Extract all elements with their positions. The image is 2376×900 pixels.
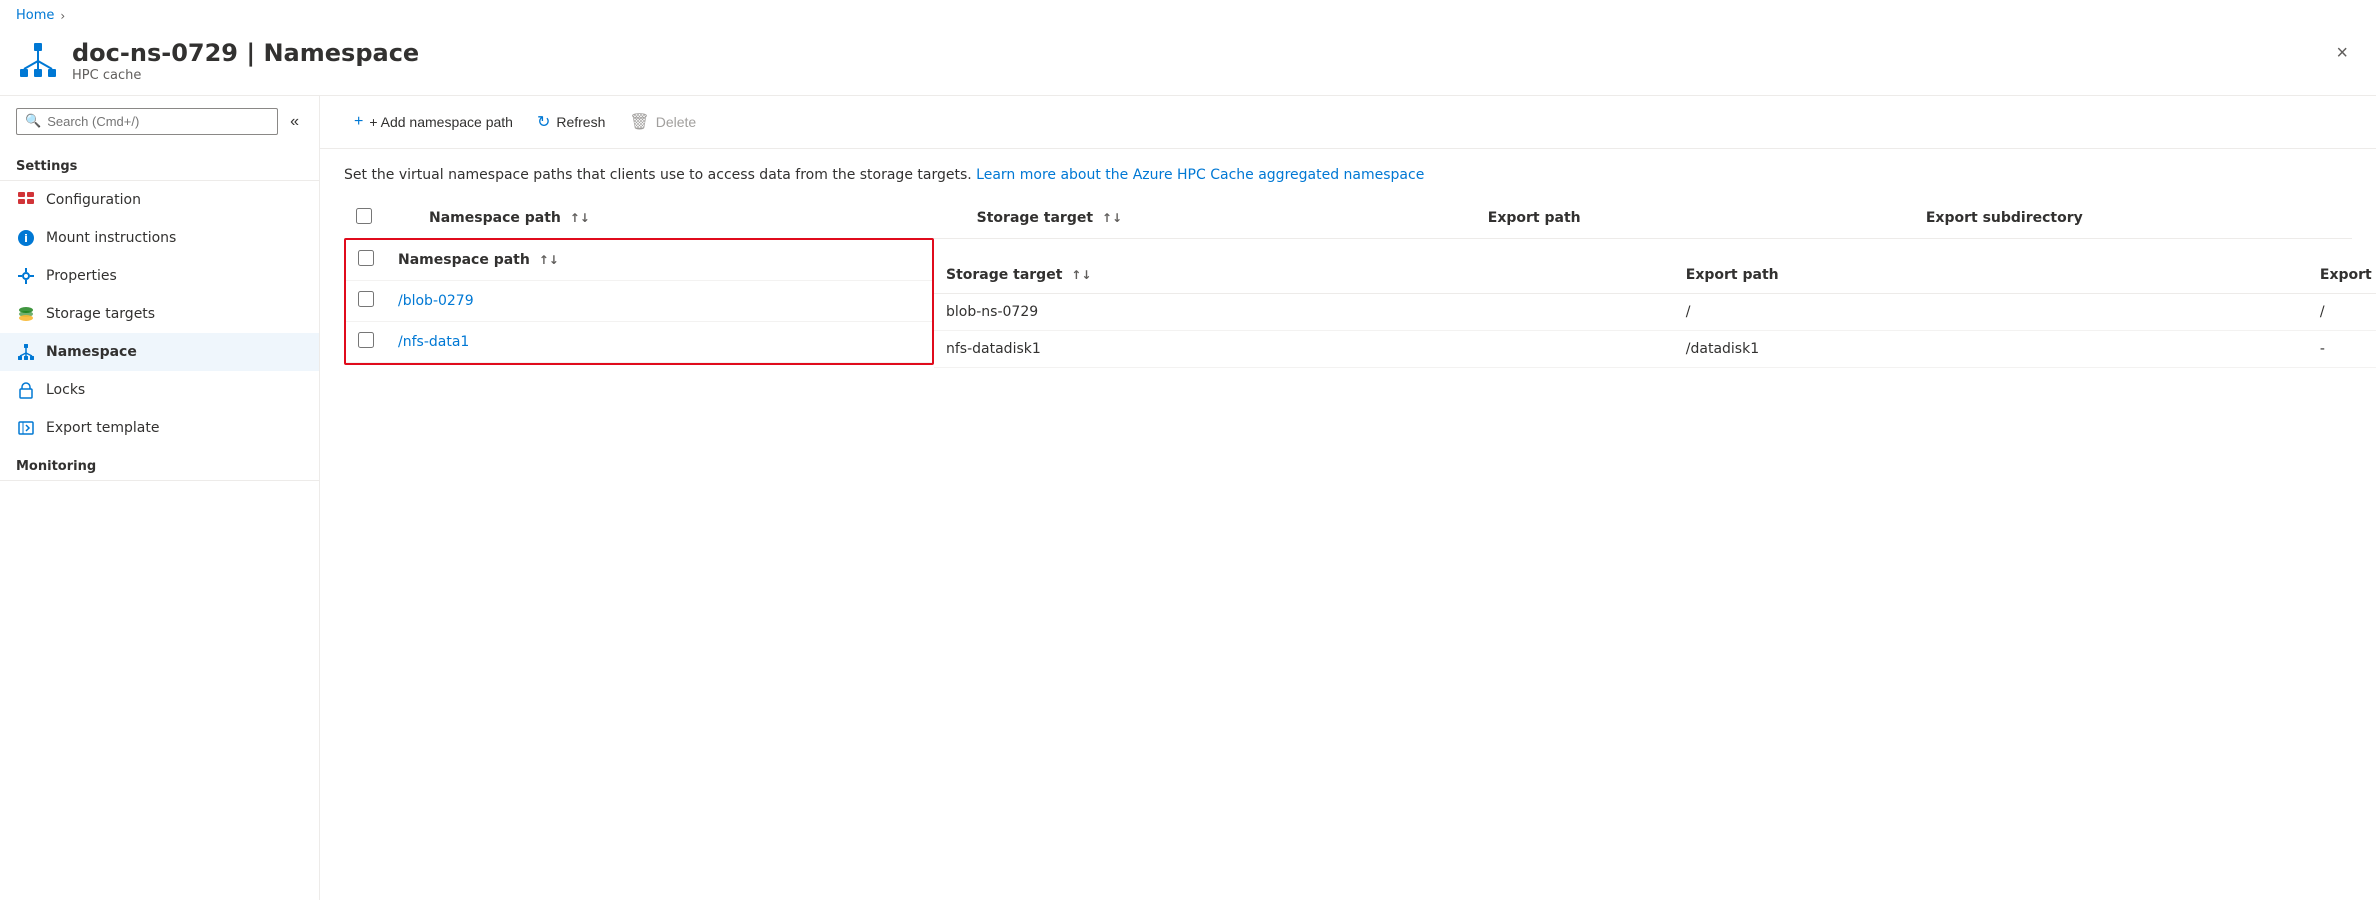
sort-icon-namespace: ↑↓: [570, 211, 590, 225]
configuration-icon: [16, 190, 36, 210]
col4-header: Export subdirectory: [2308, 257, 2376, 294]
highlighted-header-row: Namespace path ↑↓: [346, 240, 932, 281]
breadcrumb-home[interactable]: Home: [16, 8, 54, 23]
learn-more-link[interactable]: Learn more about the Azure HPC Cache agg…: [976, 167, 1424, 183]
collapse-sidebar-button[interactable]: «: [286, 109, 303, 135]
properties-icon: [16, 266, 36, 286]
toolbar: + + Add namespace path ↻ Refresh 🗑 Delet…: [320, 96, 2376, 149]
add-namespace-path-label: + Add namespace path: [369, 114, 513, 130]
content-area: + + Add namespace path ↻ Refresh 🗑 Delet…: [320, 96, 2376, 900]
col2-header[interactable]: Storage target ↑↓: [934, 257, 1674, 294]
delete-button[interactable]: 🗑 Delete: [619, 106, 706, 138]
search-icon: 🔍: [25, 114, 41, 129]
col-header-storage-target[interactable]: Storage target ↑↓: [965, 198, 1476, 239]
configuration-label: Configuration: [46, 192, 141, 208]
row-2-export-path: /datadisk1: [1674, 331, 2308, 368]
locks-label: Locks: [46, 382, 85, 398]
row-2-storage: nfs-datadisk1: [934, 331, 1674, 368]
settings-section-label: Settings: [0, 147, 319, 181]
sort-icon-storage: ↑↓: [1102, 211, 1122, 225]
description-bar: Set the virtual namespace paths that cli…: [320, 149, 2376, 198]
search-input[interactable]: [47, 114, 269, 129]
storage-targets-label: Storage targets: [46, 306, 155, 322]
table-row: /nfs-data1: [346, 322, 932, 363]
namespace-table: Namespace path ↑↓ Storage target ↑↓ Expo…: [344, 198, 2352, 239]
export-template-icon: [16, 418, 36, 438]
locks-icon: [16, 380, 36, 400]
row-1-checkbox[interactable]: [358, 291, 374, 307]
sidebar-item-mount-instructions[interactable]: i Mount instructions: [0, 219, 319, 257]
namespace-icon: [16, 39, 60, 83]
col-header-namespace-path[interactable]: Namespace path ↑↓: [417, 198, 965, 239]
refresh-icon: ↻: [537, 112, 550, 132]
row-1-export-path: /: [1674, 294, 2308, 331]
row-1-export-subdir: /: [2308, 294, 2376, 331]
breadcrumb: Home ›: [0, 0, 2376, 31]
row-1-storage: blob-ns-0729: [934, 294, 1674, 331]
row-2-export-subdir: -: [2308, 331, 2376, 368]
export-template-label: Export template: [46, 420, 159, 436]
refresh-label: Refresh: [556, 114, 605, 130]
page-header: doc-ns-0729 | Namespace HPC cache ×: [0, 31, 2376, 96]
sidebar: 🔍 « Settings Configuration: [0, 96, 320, 900]
sidebar-item-configuration[interactable]: Configuration: [0, 181, 319, 219]
sidebar-item-locks[interactable]: Locks: [0, 371, 319, 409]
mount-instructions-label: Mount instructions: [46, 230, 176, 246]
close-button[interactable]: ×: [2332, 39, 2352, 67]
namespace-sidebar-icon: [16, 342, 36, 362]
sidebar-item-properties[interactable]: Properties: [0, 257, 319, 295]
namespace-label: Namespace: [46, 344, 137, 360]
storage-targets-icon: [16, 304, 36, 324]
full-data-table: Storage target ↑↓ Export path Export sub…: [934, 257, 2376, 368]
table-wrap: Namespace path ↑↓ Storage target ↑↓ Expo…: [320, 198, 2376, 368]
sidebar-item-export-template[interactable]: Export template: [0, 409, 319, 447]
row-1-namespace-link[interactable]: /blob-0279: [398, 293, 474, 309]
svg-text:i: i: [24, 232, 28, 245]
search-input-wrap[interactable]: 🔍: [16, 108, 278, 135]
page-title: doc-ns-0729 | Namespace: [72, 39, 419, 68]
row-2-namespace-link[interactable]: /nfs-data1: [398, 334, 469, 350]
select-all-checkbox[interactable]: [356, 208, 372, 224]
page-subtitle: HPC cache: [72, 68, 419, 83]
col3-header: Export path: [1674, 257, 2308, 294]
table-row: /blob-0279: [346, 281, 932, 322]
add-icon: +: [354, 113, 363, 131]
row-2-checkbox[interactable]: [358, 332, 374, 348]
search-area: 🔍 «: [0, 96, 319, 147]
breadcrumb-separator: ›: [60, 9, 65, 23]
properties-label: Properties: [46, 268, 117, 284]
header-checkbox-cell: [344, 198, 417, 239]
delete-icon: 🗑: [629, 112, 649, 132]
header-checkbox-inside[interactable]: [358, 250, 374, 266]
delete-label: Delete: [656, 114, 696, 130]
highlighted-table: Namespace path ↑↓ /blob-0279: [346, 240, 932, 363]
col-header-export-path: Export path: [1476, 198, 1914, 239]
add-namespace-path-button[interactable]: + + Add namespace path: [344, 107, 523, 137]
table-row: nfs-datadisk1 /datadisk1 -: [934, 331, 2376, 368]
sidebar-item-storage-targets[interactable]: Storage targets: [0, 295, 319, 333]
refresh-button[interactable]: ↻ Refresh: [527, 106, 615, 138]
monitoring-section-label: Monitoring: [0, 447, 319, 481]
mount-instructions-icon: i: [16, 228, 36, 248]
description-text: Set the virtual namespace paths that cli…: [344, 167, 972, 183]
table-row: blob-ns-0729 / /: [934, 294, 2376, 331]
col-header-export-subdir: Export subdirectory: [1914, 198, 2352, 239]
sidebar-item-namespace[interactable]: Namespace: [0, 333, 319, 371]
